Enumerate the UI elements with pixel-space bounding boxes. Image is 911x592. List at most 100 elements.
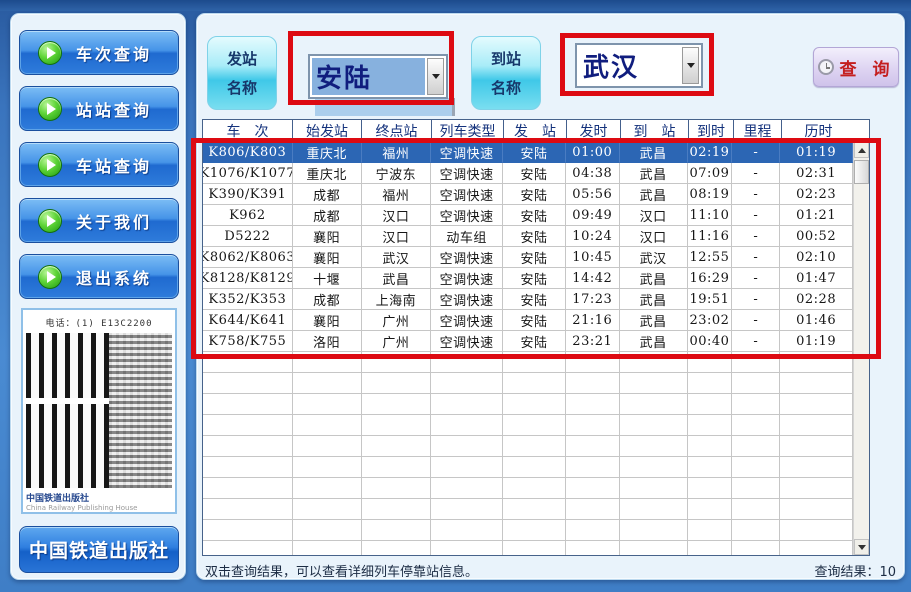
table-cell: 汉口 [362, 226, 432, 247]
table-cell: 01:21 [780, 205, 853, 226]
column-header[interactable]: 终点站 [362, 120, 432, 142]
table-cell [431, 394, 503, 415]
table-cell [431, 478, 503, 499]
table-cell [362, 394, 432, 415]
table-row[interactable] [203, 478, 853, 499]
table-cell [431, 541, 503, 555]
table-cell [293, 436, 362, 457]
column-header[interactable]: 车 次 [203, 120, 293, 142]
to-station-value: 武汉 [579, 47, 680, 84]
table-cell [362, 520, 432, 541]
table-cell: - [732, 184, 780, 205]
column-header[interactable]: 列车类型 [432, 120, 504, 142]
table-cell [203, 520, 293, 541]
table-cell [688, 541, 733, 555]
table-row[interactable]: K8128/K8129十堰武昌空调快速安陆14:42武昌16:29-01:47 [203, 268, 853, 289]
table-cell: 武昌 [620, 331, 688, 352]
vertical-scrollbar[interactable] [853, 142, 869, 555]
table-row[interactable]: D5222襄阳汉口动车组安陆10:24汉口11:16-00:52 [203, 226, 853, 247]
sidebar-button-exit-system[interactable]: 退出系统 [19, 254, 179, 299]
column-header[interactable]: 历时 [782, 120, 855, 142]
table-cell [688, 478, 733, 499]
table-row[interactable] [203, 415, 853, 436]
table-cell: 02:19 [688, 142, 733, 163]
table-cell [293, 541, 362, 555]
sidebar-button-train-number-query[interactable]: 车次查询 [19, 30, 179, 75]
table-row[interactable] [203, 352, 853, 373]
table-row[interactable]: K806/K803重庆北福州空调快速安陆01:00武昌02:19-01:19 [203, 142, 853, 163]
table-cell: 广州 [362, 310, 432, 331]
dropdown-arrow-icon[interactable] [682, 47, 699, 84]
column-header[interactable]: 始发站 [293, 120, 362, 142]
table-cell: 10:45 [566, 247, 620, 268]
table-cell [503, 478, 566, 499]
query-button[interactable]: 查 询 [813, 47, 899, 87]
table-body: K806/K803重庆北福州空调快速安陆01:00武昌02:19-01:19K1… [203, 142, 853, 555]
table-row[interactable] [203, 520, 853, 541]
table-cell: 空调快速 [431, 247, 503, 268]
scroll-down-button[interactable] [854, 539, 869, 555]
to-station-label-button[interactable]: 到站 名称 [471, 36, 541, 110]
table-row[interactable]: K962成都汉口空调快速安陆09:49汉口11:10-01:21 [203, 205, 853, 226]
table-cell: 汉口 [362, 205, 432, 226]
table-row[interactable] [203, 394, 853, 415]
table-cell [732, 520, 780, 541]
table-cell: 07:09 [688, 163, 733, 184]
table-cell [620, 478, 688, 499]
publisher-button[interactable]: 中国铁道出版社 [19, 526, 179, 573]
table-cell: 成都 [293, 184, 362, 205]
table-row[interactable]: K352/K353成都上海南空调快速安陆17:23武昌19:51-02:28 [203, 289, 853, 310]
table-cell [503, 520, 566, 541]
table-cell: 福州 [362, 142, 432, 163]
table-row[interactable]: K390/K391成都福州空调快速安陆05:56武昌08:19-02:23 [203, 184, 853, 205]
scrollbar-thumb[interactable] [854, 160, 869, 184]
table-cell: 武昌 [362, 268, 432, 289]
table-cell [688, 373, 733, 394]
table-cell [362, 457, 432, 478]
column-header[interactable]: 到时 [689, 120, 734, 142]
result-count: 查询结果：10 [814, 561, 896, 580]
table-row[interactable] [203, 541, 853, 555]
table-cell [431, 499, 503, 520]
table-cell: - [732, 331, 780, 352]
table-row[interactable]: K644/K641襄阳广州空调快速安陆21:16武昌23:02-01:46 [203, 310, 853, 331]
sidebar-button-station-to-station-query[interactable]: 站站查询 [19, 86, 179, 131]
table-row[interactable]: K8062/K8063襄阳武汉空调快速安陆10:45武汉12:55-02:10 [203, 247, 853, 268]
to-station-combobox[interactable]: 武汉 [575, 43, 703, 88]
table-cell: K8128/K8129 [203, 268, 293, 289]
table-cell: K8062/K8063 [203, 247, 293, 268]
table-cell: 福州 [362, 184, 432, 205]
from-station-label-line1: 发站 [227, 48, 257, 69]
table-cell [503, 415, 566, 436]
table-cell [203, 394, 293, 415]
from-station-combobox[interactable]: 安陆 [308, 54, 448, 99]
scroll-up-button[interactable] [854, 142, 869, 158]
column-header[interactable]: 里程 [734, 120, 782, 142]
table-header-row: 车 次始发站终点站列车类型发 站发时到 站到时里程历时 [203, 120, 869, 142]
dropdown-arrow-icon[interactable] [427, 58, 444, 95]
table-cell: - [732, 268, 780, 289]
column-header[interactable]: 到 站 [621, 120, 689, 142]
table-row[interactable] [203, 499, 853, 520]
sidebar-button-station-query[interactable]: 车站查询 [19, 142, 179, 187]
table-cell [503, 352, 566, 373]
table-cell [203, 415, 293, 436]
table-cell: 12:55 [688, 247, 733, 268]
table-cell [620, 541, 688, 555]
table-cell: D5222 [203, 226, 293, 247]
table-row[interactable] [203, 457, 853, 478]
table-row[interactable] [203, 436, 853, 457]
column-header[interactable]: 发 站 [504, 120, 567, 142]
table-row[interactable] [203, 373, 853, 394]
from-station-label-button[interactable]: 发站 名称 [207, 36, 277, 110]
main-panel: 发站 名称 安陆 到站 名称 武汉 查 询 车 次始发站终点站列车类型发 站发时… [196, 13, 905, 580]
table-row[interactable]: K1076/K1077重庆北宁波东空调快速安陆04:38武昌07:09-02:3… [203, 163, 853, 184]
table-cell [566, 415, 620, 436]
sidebar-button-about-us[interactable]: 关于我们 [19, 198, 179, 243]
column-header[interactable]: 发时 [567, 120, 621, 142]
table-cell [293, 352, 362, 373]
table-cell [732, 436, 780, 457]
table-cell: 安陆 [503, 163, 566, 184]
table-row[interactable]: K758/K755洛阳广州空调快速安陆23:21武昌00:40-01:19 [203, 331, 853, 352]
table-cell [566, 541, 620, 555]
